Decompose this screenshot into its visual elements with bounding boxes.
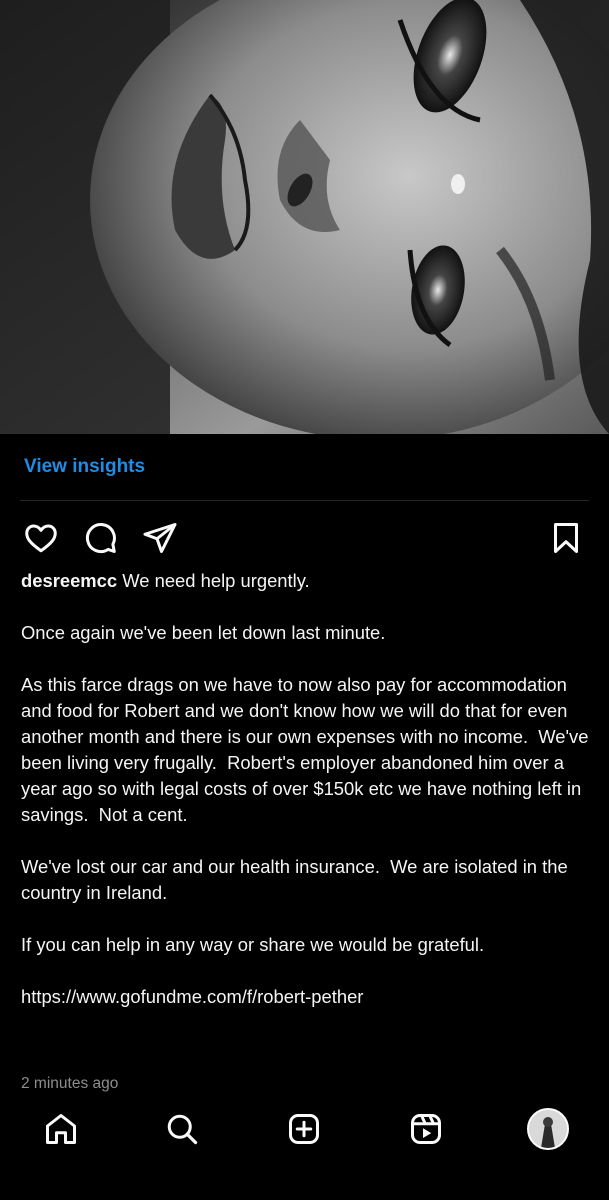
post-caption: desreemcc We need help urgently. Once ag… <box>21 568 593 1010</box>
post-timestamp: 2 minutes ago <box>21 1075 119 1092</box>
profile-avatar <box>527 1108 569 1150</box>
avatar-image <box>529 1110 567 1148</box>
post-image[interactable] <box>0 0 609 434</box>
save-button[interactable] <box>546 518 586 558</box>
view-insights-link[interactable]: View insights <box>24 456 145 478</box>
send-icon <box>143 523 177 553</box>
post-actions <box>0 510 609 564</box>
caption-paragraph: We've lost our car and our health insura… <box>21 856 573 903</box>
nav-create[interactable] <box>281 1106 327 1152</box>
caption-paragraph: Once again we've been let down last minu… <box>21 622 386 643</box>
caption-text: We need help urgently. <box>117 570 310 591</box>
nav-home[interactable] <box>38 1106 84 1152</box>
caption-line-first: desreemcc We need help urgently. <box>21 568 593 594</box>
nav-reels[interactable] <box>403 1106 449 1152</box>
comment-icon <box>85 523 116 553</box>
username-link[interactable]: desreemcc <box>21 570 117 591</box>
nav-search[interactable] <box>159 1106 205 1152</box>
heart-icon <box>25 524 57 553</box>
search-icon <box>167 1114 198 1145</box>
caption-paragraph: As this farce drags on we have to now al… <box>21 674 594 825</box>
caption-paragraph: If you can help in any way or share we w… <box>21 934 485 955</box>
share-button[interactable] <box>140 518 180 558</box>
insights-bar: View insights <box>0 434 609 500</box>
bookmark-icon <box>554 523 578 553</box>
create-icon <box>289 1114 319 1144</box>
nav-profile[interactable] <box>525 1106 571 1152</box>
home-icon <box>46 1114 76 1144</box>
bottom-nav <box>0 1094 609 1200</box>
like-button[interactable] <box>21 518 61 558</box>
caption-link[interactable]: https://www.gofundme.com/f/robert-pether <box>21 984 593 1010</box>
reels-icon <box>411 1114 441 1144</box>
comment-button[interactable] <box>80 518 120 558</box>
face-drawing <box>0 0 609 434</box>
divider <box>20 500 589 501</box>
